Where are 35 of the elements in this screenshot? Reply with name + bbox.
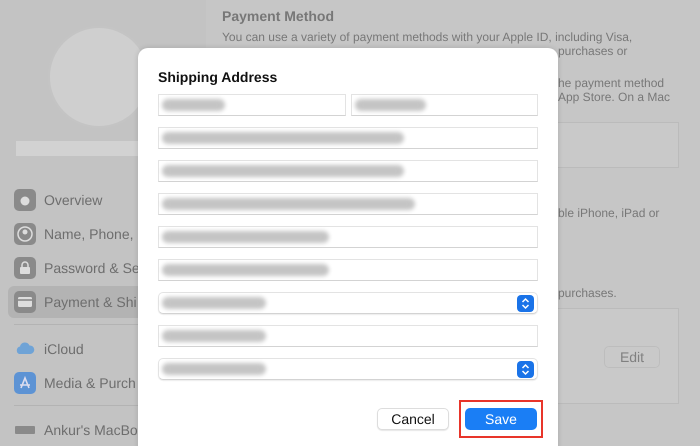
- laptop-icon: [14, 426, 36, 434]
- description-text: purchases.: [558, 286, 618, 300]
- input-field[interactable]: [158, 259, 538, 281]
- input-field[interactable]: [158, 325, 538, 347]
- description-text: ble iPhone, iPad or: [558, 206, 660, 220]
- dialog-title: Shipping Address: [158, 69, 278, 85]
- popup-field[interactable]: [158, 292, 538, 314]
- card-icon: [14, 291, 36, 313]
- sidebar-item[interactable]: iCloud: [8, 333, 198, 365]
- sidebar-item[interactable]: Name, Phone,: [8, 218, 198, 250]
- blurred-text: [354, 99, 426, 111]
- input-field[interactable]: [158, 160, 538, 182]
- blurred-text: [162, 99, 225, 111]
- lock-icon: [14, 257, 36, 279]
- input-field[interactable]: [158, 226, 538, 248]
- description-text: he payment method: [558, 76, 666, 90]
- section-title: Payment Method: [222, 8, 336, 24]
- input-field[interactable]: [158, 193, 538, 215]
- sidebar-item[interactable]: Media & Purch: [8, 367, 198, 399]
- save-button[interactable]: Save: [465, 408, 537, 430]
- popup-field[interactable]: [158, 358, 538, 380]
- edit-button[interactable]: Edit: [604, 346, 660, 368]
- stepper-icon: [517, 295, 534, 312]
- description-text: purchases or: [558, 44, 628, 58]
- input-field[interactable]: [158, 127, 538, 149]
- sidebar-item[interactable]: Overview: [8, 184, 198, 216]
- sidebar-item[interactable]: Ankur's MacBo: [8, 414, 198, 446]
- input-field[interactable]: [158, 94, 346, 116]
- stepper-icon: [517, 361, 534, 378]
- description-text: App Store. On a Mac: [558, 90, 672, 104]
- input-field[interactable]: [350, 94, 538, 116]
- cancel-button[interactable]: Cancel: [377, 408, 449, 430]
- app-store-icon: [14, 372, 36, 394]
- person-icon: [14, 223, 36, 245]
- description-text: You can use a variety of payment methods with your Apple ID, including Visa,: [222, 30, 634, 44]
